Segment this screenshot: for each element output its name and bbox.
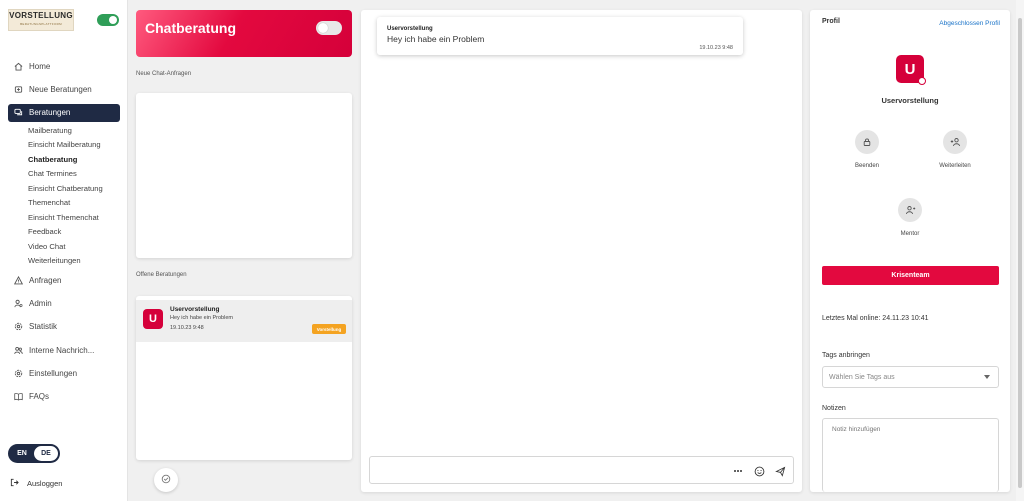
scrollbar-thumb[interactable]	[1018, 18, 1022, 488]
page-scrollbar[interactable]	[1016, 0, 1024, 501]
sidebar-subitem-mailberatung[interactable]: Mailberatung	[0, 124, 128, 139]
sidebar-item-admin[interactable]: Admin	[0, 292, 128, 315]
sidebar-subitem-weiterleitungen[interactable]: Weiterleitungen	[0, 254, 128, 269]
sidebar-subitem-einsicht-mailberatung[interactable]: Einsicht Mailberatung	[0, 138, 128, 153]
sidebar-item-label: FAQs	[29, 392, 50, 402]
chat-bubbles-icon	[13, 108, 23, 118]
logout-icon	[10, 478, 19, 489]
conversation-date: 19.10.23 9:48	[170, 325, 204, 331]
page-title: Chatberatung	[145, 20, 236, 36]
logout-button[interactable]: Ausloggen	[10, 478, 62, 489]
new-chat-icon	[13, 85, 23, 95]
sidebar-subitem-einsicht-themenchat[interactable]: Einsicht Themenchat	[0, 211, 128, 226]
sidebar-subitem-einsicht-chatberatung[interactable]: Einsicht Chatberatung	[0, 182, 128, 197]
message-time: 19.10.23 9:48	[699, 45, 733, 51]
online-status-dot	[918, 77, 926, 85]
new-requests-label: Neue Chat-Anfragen	[136, 71, 192, 77]
more-options-icon[interactable]	[731, 464, 745, 478]
conversation-preview: Hey ich habe ein Problem	[170, 315, 233, 321]
emoji-icon[interactable]	[752, 464, 766, 478]
sidebar: VORSTELLUNG BERATUNGSPLATTFORM Home Neue…	[0, 0, 128, 501]
sidebar-nav: Home Neue Beratungen Beratungen Mailbera…	[0, 55, 128, 408]
chat-window: Uservorstellung Hey ich habe ein Problem…	[361, 10, 802, 492]
conversation-name: Uservorstellung	[170, 306, 220, 313]
sidebar-item-label: Statistik	[29, 322, 58, 332]
new-requests-list[interactable]	[136, 93, 352, 258]
profile-title: Profil	[822, 18, 840, 25]
send-icon[interactable]	[773, 464, 787, 478]
logout-label: Ausloggen	[27, 479, 63, 488]
lock-icon	[855, 130, 879, 154]
end-session-button[interactable]: Beenden	[837, 130, 897, 169]
sidebar-subitem-chat-termines[interactable]: Chat Termines	[0, 167, 128, 182]
language-switch[interactable]: EN DE	[8, 444, 60, 463]
open-sessions-label: Offene Beratungen	[136, 272, 187, 278]
sidebar-subitem-feedback[interactable]: Feedback	[0, 225, 128, 240]
message-text: Hey ich habe ein Problem	[387, 34, 485, 44]
sidebar-subitem-themenchat[interactable]: Themenchat	[0, 196, 128, 211]
forward-label: Weiterleiten	[939, 163, 971, 169]
list-item[interactable]: U Uservorstellung Hey ich habe ein Probl…	[136, 300, 352, 342]
message-input[interactable]	[369, 456, 794, 484]
chat-message: Uservorstellung Hey ich habe ein Problem…	[377, 17, 743, 55]
avatar-letter: U	[904, 60, 916, 78]
tags-label: Tags anbringen	[822, 352, 870, 359]
people-icon	[13, 345, 23, 355]
logo-subtext: BERATUNGSPLATTFORM	[20, 22, 62, 26]
session-list-header: Chatberatung	[136, 10, 352, 57]
logo[interactable]: VORSTELLUNG BERATUNGSPLATTFORM	[8, 9, 74, 31]
sidebar-item-interne-nachrichten[interactable]: Interne Nachrich...	[0, 338, 128, 361]
sidebar-item-neue-beratungen[interactable]: Neue Beratungen	[0, 78, 128, 101]
home-icon	[13, 62, 23, 72]
book-icon	[13, 392, 23, 402]
forward-button[interactable]: Weiterleiten	[925, 130, 985, 169]
mentor-label: Mentor	[900, 231, 920, 237]
sidebar-item-statistik[interactable]: Statistik	[0, 315, 128, 338]
lang-en-option[interactable]: EN	[10, 446, 34, 461]
notes-field[interactable]	[822, 418, 999, 492]
check-all-button[interactable]	[154, 468, 178, 492]
sidebar-item-label: Interne Nachrich...	[29, 345, 95, 355]
sidebar-item-einstellungen[interactable]: Einstellungen	[0, 362, 128, 385]
status-badge: Vorstellung	[312, 324, 346, 334]
availability-toggle[interactable]	[97, 14, 119, 26]
sidebar-item-label: Neue Beratungen	[29, 85, 92, 95]
sidebar-item-anfragen[interactable]: Anfragen	[0, 269, 128, 292]
sidebar-item-label: Einstellungen	[29, 368, 78, 378]
logo-text: VORSTELLUNG	[9, 11, 73, 20]
lang-de-option[interactable]: DE	[34, 446, 58, 461]
sidebar-item-faqs[interactable]: FAQs	[0, 385, 128, 408]
sidebar-item-beratungen[interactable]: Beratungen	[8, 103, 120, 122]
chevron-down-icon	[984, 375, 990, 379]
chat-availability-toggle[interactable]	[316, 21, 342, 35]
add-user-icon	[943, 130, 967, 154]
settings-icon	[13, 368, 23, 378]
sidebar-item-home[interactable]: Home	[0, 55, 128, 78]
avatar: U	[896, 55, 926, 85]
avatar: U	[143, 309, 163, 329]
crisis-team-button[interactable]: Krisenteam	[822, 266, 999, 285]
mentor-button[interactable]: Mentor	[880, 198, 940, 237]
sidebar-item-label: Admin	[29, 299, 52, 309]
profile-name: Uservorstellung	[881, 96, 939, 105]
closed-profile-link[interactable]: Abgeschlossen Profil	[939, 20, 1000, 27]
notes-label: Notizen	[822, 405, 846, 412]
open-sessions-list: U Uservorstellung Hey ich habe ein Probl…	[136, 296, 352, 460]
admin-users-icon	[13, 299, 23, 309]
check-circle-icon	[161, 471, 171, 489]
sidebar-item-label: Anfragen	[29, 275, 62, 285]
sidebar-subitem-chatberatung[interactable]: Chatberatung	[0, 153, 128, 168]
sidebar-subitem-video-chat[interactable]: Video Chat	[0, 240, 128, 255]
end-session-label: Beenden	[854, 163, 880, 169]
sidebar-item-label: Home	[29, 62, 51, 72]
gear-icon	[13, 322, 23, 332]
profile-panel: Profil Abgeschlossen Profil U Uservorste…	[810, 10, 1010, 492]
warning-icon	[13, 275, 23, 285]
tags-placeholder: Wählen Sie Tags aus	[829, 373, 895, 381]
sidebar-item-label: Beratungen	[29, 108, 71, 118]
message-sender: Uservorstellung	[387, 26, 433, 32]
last-online-text: Letztes Mal online: 24.11.23 10:41	[822, 315, 929, 322]
tags-select[interactable]: Wählen Sie Tags aus	[822, 366, 999, 388]
mentor-user-icon	[898, 198, 922, 222]
